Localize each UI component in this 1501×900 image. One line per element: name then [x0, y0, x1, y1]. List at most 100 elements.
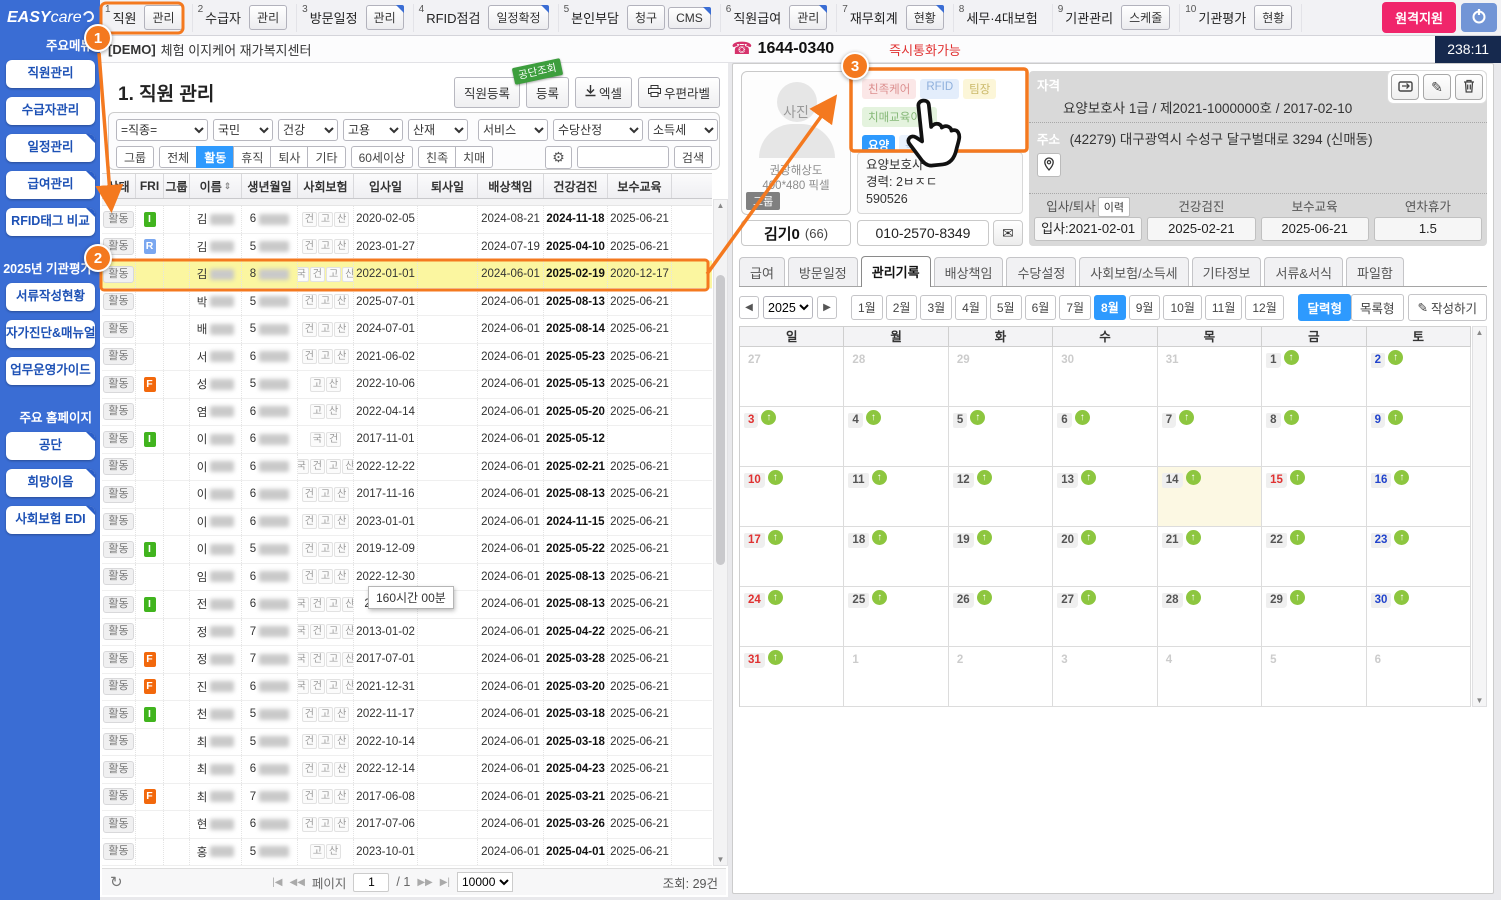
calendar-cell-3[interactable]: 3↑	[740, 407, 844, 467]
tab-파일함[interactable]: 파일함	[1346, 257, 1404, 286]
calendar-cell-1[interactable]: 1↑	[1262, 347, 1366, 407]
month-button-7월[interactable]: 7월	[1059, 295, 1091, 320]
calendar-cell-29[interactable]: 29	[949, 347, 1053, 407]
page-number-input[interactable]	[353, 873, 389, 892]
sidebar-item-수급자관리[interactable]: 수급자관리	[6, 97, 95, 125]
calendar-cell-5[interactable]: 5	[1262, 647, 1366, 707]
column-header-그룹[interactable]: 그룹	[164, 174, 190, 198]
calendar-cell-12[interactable]: 12↑	[949, 467, 1053, 527]
calendar-cell-23[interactable]: 23↑	[1367, 527, 1471, 587]
scroll-down-icon[interactable]: ▼	[714, 855, 727, 864]
last-page-icon[interactable]: ▶|	[440, 877, 450, 888]
remote-support-button[interactable]: 원격지원	[1382, 2, 1456, 33]
filter-status-기타[interactable]: 기타	[307, 146, 345, 168]
calendar-cell-1[interactable]: 1	[844, 647, 948, 707]
month-button-4월[interactable]: 4월	[955, 295, 987, 320]
nav-button-스케줄[interactable]: 스케줄	[1121, 5, 1170, 30]
scrollbar-thumb[interactable]	[716, 275, 725, 565]
tab-관리기록[interactable]: 관리기록	[861, 256, 931, 287]
calendar-cell-3[interactable]: 3	[1053, 647, 1157, 707]
filter-select-수당산정[interactable]: 수당산정	[553, 119, 643, 141]
calendar-cell-14[interactable]: 14↑	[1158, 467, 1262, 527]
table-row[interactable]: 활동배5건고산2024-07-012024-06-012025-08-14202…	[102, 316, 712, 344]
calendar-cell-25[interactable]: 25↑	[844, 587, 948, 647]
table-row[interactable]: 활동I이6국건2017-11-012024-06-012025-05-12	[102, 426, 712, 454]
nav-button-관리[interactable]: 관리	[789, 5, 827, 30]
month-button-12월[interactable]: 12월	[1245, 295, 1283, 320]
calendar-scroll-down-icon[interactable]: ▼	[1473, 696, 1486, 705]
table-row[interactable]: 활동최6건고산2022-12-142024-06-012025-04-23202…	[102, 756, 712, 784]
calendar-cell-6[interactable]: 6	[1367, 647, 1471, 707]
filter-status-퇴사[interactable]: 퇴사	[270, 146, 308, 168]
table-row[interactable]: 활동F최7건고산2017-06-082024-06-012025-03-2120…	[102, 784, 712, 812]
calendar-cell-20[interactable]: 20↑	[1053, 527, 1157, 587]
filter-status-전체[interactable]: 전체	[159, 146, 197, 168]
calendar-cell-11[interactable]: 11↑	[844, 467, 948, 527]
table-row[interactable]: 활동김8국건고산2022-01-012024-06-012025-02-1920…	[102, 261, 712, 289]
table-scrollbar[interactable]: ▲ ▼	[713, 199, 728, 866]
calendar-cell-7[interactable]: 7↑	[1158, 407, 1262, 467]
column-header-입사일[interactable]: 입사일	[354, 174, 418, 198]
nav-button-CMS[interactable]: CMS	[668, 7, 711, 29]
group-filter-button[interactable]: 그룹	[116, 146, 154, 168]
table-row[interactable]: 활동홍5고산2023-10-012024-06-012025-04-012025…	[102, 839, 712, 867]
table-row[interactable]: 활동I김6건고산2020-02-052024-08-212024-11-1820…	[102, 206, 712, 234]
table-row[interactable]: 활동서6건고산2021-06-022024-06-012025-05-23202…	[102, 344, 712, 372]
calendar-cell-26[interactable]: 26↑	[949, 587, 1053, 647]
calendar-view-button[interactable]: 달력형	[1298, 294, 1351, 321]
page-size-select[interactable]: 10000	[457, 872, 513, 892]
table-row[interactable]: 활동이6국건고산2022-12-222024-06-012025-02-2120…	[102, 454, 712, 482]
year-select[interactable]: 2025	[763, 296, 813, 319]
calendar-cell-22[interactable]: 22↑	[1262, 527, 1366, 587]
calendar-cell-28[interactable]: 28	[844, 347, 948, 407]
column-header-이름[interactable]: 이름⇕	[190, 174, 242, 198]
mail-label-button[interactable]: 우편라벨	[638, 77, 720, 108]
calendar-cell-17[interactable]: 17↑	[740, 527, 844, 587]
calendar-cell-2[interactable]: 2↑	[1367, 347, 1471, 407]
column-header-배상책임[interactable]: 배상책임	[478, 174, 544, 198]
calendar-cell-6[interactable]: 6↑	[1053, 407, 1157, 467]
tab-급여[interactable]: 급여	[739, 257, 785, 286]
sidebar-item-직원관리[interactable]: 직원관리	[6, 60, 95, 88]
calendar-cell-15[interactable]: 15↑	[1262, 467, 1366, 527]
filter-select-고용[interactable]: 고용	[343, 119, 403, 141]
calendar-cell-8[interactable]: 8↑	[1262, 407, 1366, 467]
tab-수당설정[interactable]: 수당설정	[1006, 257, 1076, 286]
filter-select-서비스[interactable]: 서비스	[478, 119, 548, 141]
search-input[interactable]	[577, 146, 669, 168]
column-header-상태[interactable]: 상태	[102, 174, 136, 198]
history-button[interactable]: 이력	[1098, 197, 1130, 217]
badge-팀장[interactable]: 팀장	[963, 79, 996, 99]
calendar-cell-5[interactable]: 5↑	[949, 407, 1053, 467]
calendar-cell-30[interactable]: 30↑	[1367, 587, 1471, 647]
table-row[interactable]: 활동박5건고산2025-07-012024-06-012025-08-13202…	[102, 289, 712, 317]
calendar-cell-27[interactable]: 27	[740, 347, 844, 407]
table-row[interactable]: 활동F성5고산2022-10-062024-06-012025-05-13202…	[102, 371, 712, 399]
filter-select-소득세[interactable]: 소득세	[648, 119, 718, 141]
sidebar-item-일정관리[interactable]: 일정관리	[6, 134, 95, 162]
sidebar-item-공단[interactable]: 공단	[6, 432, 95, 460]
photo-placeholder[interactable]: 사진 권장해상도 400*480 픽셀 그룹	[741, 71, 851, 215]
sidebar-item-급여관리[interactable]: 급여관리	[6, 171, 95, 199]
prev-year-button[interactable]: ◀	[739, 296, 759, 319]
send-message-button[interactable]: ✉	[993, 220, 1023, 246]
nav-button-관리[interactable]: 관리	[144, 5, 182, 30]
calendar-cell-31[interactable]: 31↑	[740, 647, 844, 707]
tab-배상책임[interactable]: 배상책임	[934, 257, 1004, 286]
column-header-생년월일[interactable]: 생년월일	[242, 174, 298, 198]
table-row[interactable]: 활동이6건고산2017-11-162024-06-012025-08-13202…	[102, 481, 712, 509]
nav-button-관리[interactable]: 관리	[366, 5, 404, 30]
calendar-scrollbar[interactable]: ▲ ▼	[1472, 326, 1487, 707]
age-filter-button[interactable]: 60세이상	[351, 146, 413, 168]
excel-export-button[interactable]: 엑셀	[575, 77, 632, 108]
calendar-cell-30[interactable]: 30	[1053, 347, 1157, 407]
filter-select-국민[interactable]: 국민	[213, 119, 273, 141]
column-header-보수교육[interactable]: 보수교육	[608, 174, 672, 198]
table-row[interactable]: 활동염6고산2022-04-142024-06-012025-05-202025…	[102, 399, 712, 427]
power-button[interactable]	[1461, 3, 1497, 32]
settings-button[interactable]: ⚙	[545, 146, 572, 169]
list-view-button[interactable]: 목록형	[1351, 294, 1404, 321]
calendar-cell-18[interactable]: 18↑	[844, 527, 948, 587]
column-header-건강검진[interactable]: 건강검진	[544, 174, 608, 198]
month-button-3월[interactable]: 3월	[920, 295, 952, 320]
